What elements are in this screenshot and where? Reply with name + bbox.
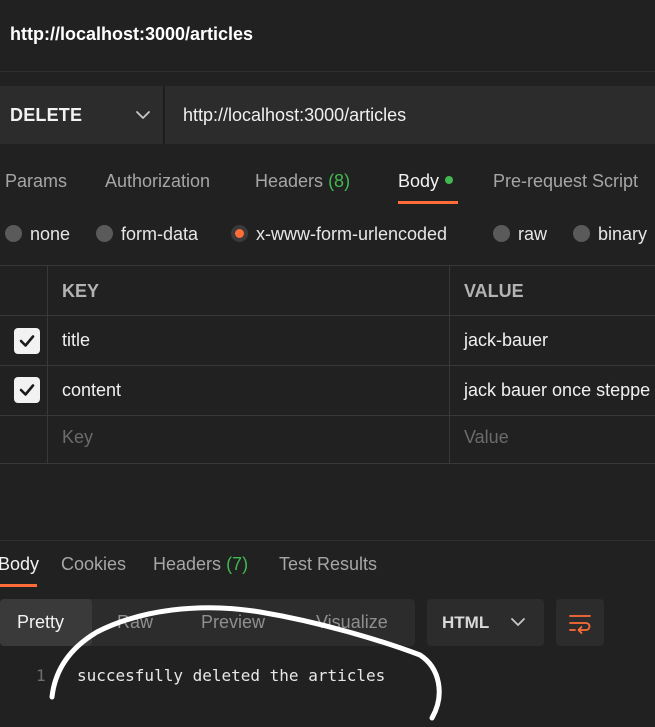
active-response-tab-underline xyxy=(0,584,37,587)
tab-headers-count: (8) xyxy=(328,171,351,191)
key-column-header: KEY xyxy=(49,266,450,315)
body-type-raw-label: raw xyxy=(518,224,548,244)
row-checkbox-cell xyxy=(0,316,48,365)
response-tab-body[interactable]: Body xyxy=(0,554,39,575)
response-tab-test-results[interactable]: Test Results xyxy=(279,554,377,575)
view-mode-segmented: Pretty Raw Preview Visualize xyxy=(0,599,415,646)
key-text: title xyxy=(62,330,91,350)
body-type-form-data-label: form-data xyxy=(121,224,199,244)
key-text: content xyxy=(62,380,122,400)
response-body: 1 succesfully deleted the articles xyxy=(0,660,655,700)
body-type-urlencoded-label: x-www-form-urlencoded xyxy=(256,224,448,244)
format-label: HTML xyxy=(442,613,490,632)
body-type-none-label: none xyxy=(30,224,71,244)
body-type-binary-label: binary xyxy=(598,224,648,244)
response-tab-cookies[interactable]: Cookies xyxy=(61,554,126,575)
key-placeholder: Key xyxy=(62,427,94,447)
line-number: 1 xyxy=(36,666,46,685)
view-preview[interactable]: Preview xyxy=(201,612,265,633)
table-header-row: KEY VALUE xyxy=(0,265,655,315)
key-cell[interactable]: Key xyxy=(49,416,450,463)
chevron-down-icon xyxy=(511,618,525,626)
radio-selected-icon xyxy=(231,224,248,242)
checkmark-icon xyxy=(19,335,35,347)
checkbox-column-header xyxy=(0,266,48,315)
row-checkbox[interactable] xyxy=(14,377,40,403)
wrap-lines-icon xyxy=(569,615,591,634)
request-title[interactable]: http://localhost:3000/articles xyxy=(10,24,253,45)
row-checkbox-cell xyxy=(0,366,48,415)
value-header-label: VALUE xyxy=(464,281,524,301)
radio-icon xyxy=(96,224,113,242)
body-type-selector: none form-data x-www-form-urlencoded raw… xyxy=(0,220,655,250)
checkmark-icon xyxy=(19,384,35,396)
table-row: title jack-bauer xyxy=(0,315,655,365)
body-type-urlencoded[interactable]: x-www-form-urlencoded xyxy=(231,224,447,245)
value-cell[interactable]: Value xyxy=(451,416,655,463)
request-title-bar: http://localhost:3000/articles xyxy=(0,0,655,72)
method-select[interactable]: DELETE xyxy=(0,86,164,144)
tab-body-label: Body xyxy=(398,171,440,191)
key-cell[interactable]: title xyxy=(49,316,450,365)
response-tabs: Body Cookies Headers (7) Test Results xyxy=(0,540,655,588)
url-input[interactable]: http://localhost:3000/articles xyxy=(165,86,655,144)
body-indicator-dot xyxy=(445,176,454,185)
value-placeholder: Value xyxy=(464,427,509,447)
key-header-label: KEY xyxy=(62,281,100,301)
tab-authorization[interactable]: Authorization xyxy=(105,171,210,192)
format-select[interactable]: HTML xyxy=(427,599,544,646)
view-visualize[interactable]: Visualize xyxy=(316,612,388,633)
radio-icon xyxy=(573,224,590,242)
active-tab-underline xyxy=(398,201,458,204)
response-tab-headers-label: Headers xyxy=(153,554,222,574)
body-type-none[interactable]: none xyxy=(5,224,70,245)
view-raw[interactable]: Raw xyxy=(117,612,153,633)
url-row: DELETE http://localhost:3000/articles xyxy=(0,86,655,144)
tab-headers[interactable]: Headers (8) xyxy=(255,171,350,192)
key-cell[interactable]: content xyxy=(49,366,450,415)
body-params-table: KEY VALUE title jack-bauer content jack … xyxy=(0,265,655,465)
tab-prerequest-script[interactable]: Pre-request Script xyxy=(493,171,638,192)
value-text: jack bauer once steppe xyxy=(464,380,651,400)
radio-icon xyxy=(5,224,22,242)
tab-body[interactable]: Body xyxy=(398,171,454,192)
tab-params[interactable]: Params xyxy=(5,171,67,192)
chevron-down-icon xyxy=(136,111,150,119)
body-type-raw[interactable]: raw xyxy=(493,224,547,245)
wrap-lines-button[interactable] xyxy=(556,599,604,646)
method-label: DELETE xyxy=(10,105,83,125)
value-cell[interactable]: jack bauer once steppe xyxy=(451,366,655,415)
request-tabs: Params Authorization Headers (8) Body Pr… xyxy=(0,158,655,208)
value-text: jack-bauer xyxy=(464,330,549,350)
radio-icon xyxy=(493,224,510,242)
value-cell[interactable]: jack-bauer xyxy=(451,316,655,365)
row-checkbox[interactable] xyxy=(14,328,40,354)
body-type-binary[interactable]: binary xyxy=(573,224,647,245)
row-checkbox-cell xyxy=(0,416,48,463)
response-view-bar: Pretty Raw Preview Visualize HTML xyxy=(0,599,655,647)
response-tab-headers-count: (7) xyxy=(226,554,249,574)
value-column-header: VALUE xyxy=(451,266,655,315)
table-row: content jack bauer once steppe xyxy=(0,365,655,415)
tab-headers-label: Headers xyxy=(255,171,324,191)
view-pretty[interactable]: Pretty xyxy=(17,612,64,633)
response-text: succesfully deleted the articles xyxy=(77,666,386,685)
body-type-form-data[interactable]: form-data xyxy=(96,224,198,245)
url-text: http://localhost:3000/articles xyxy=(183,105,407,125)
table-row-new: Key Value xyxy=(0,415,655,464)
response-tab-headers[interactable]: Headers (7) xyxy=(153,554,248,575)
